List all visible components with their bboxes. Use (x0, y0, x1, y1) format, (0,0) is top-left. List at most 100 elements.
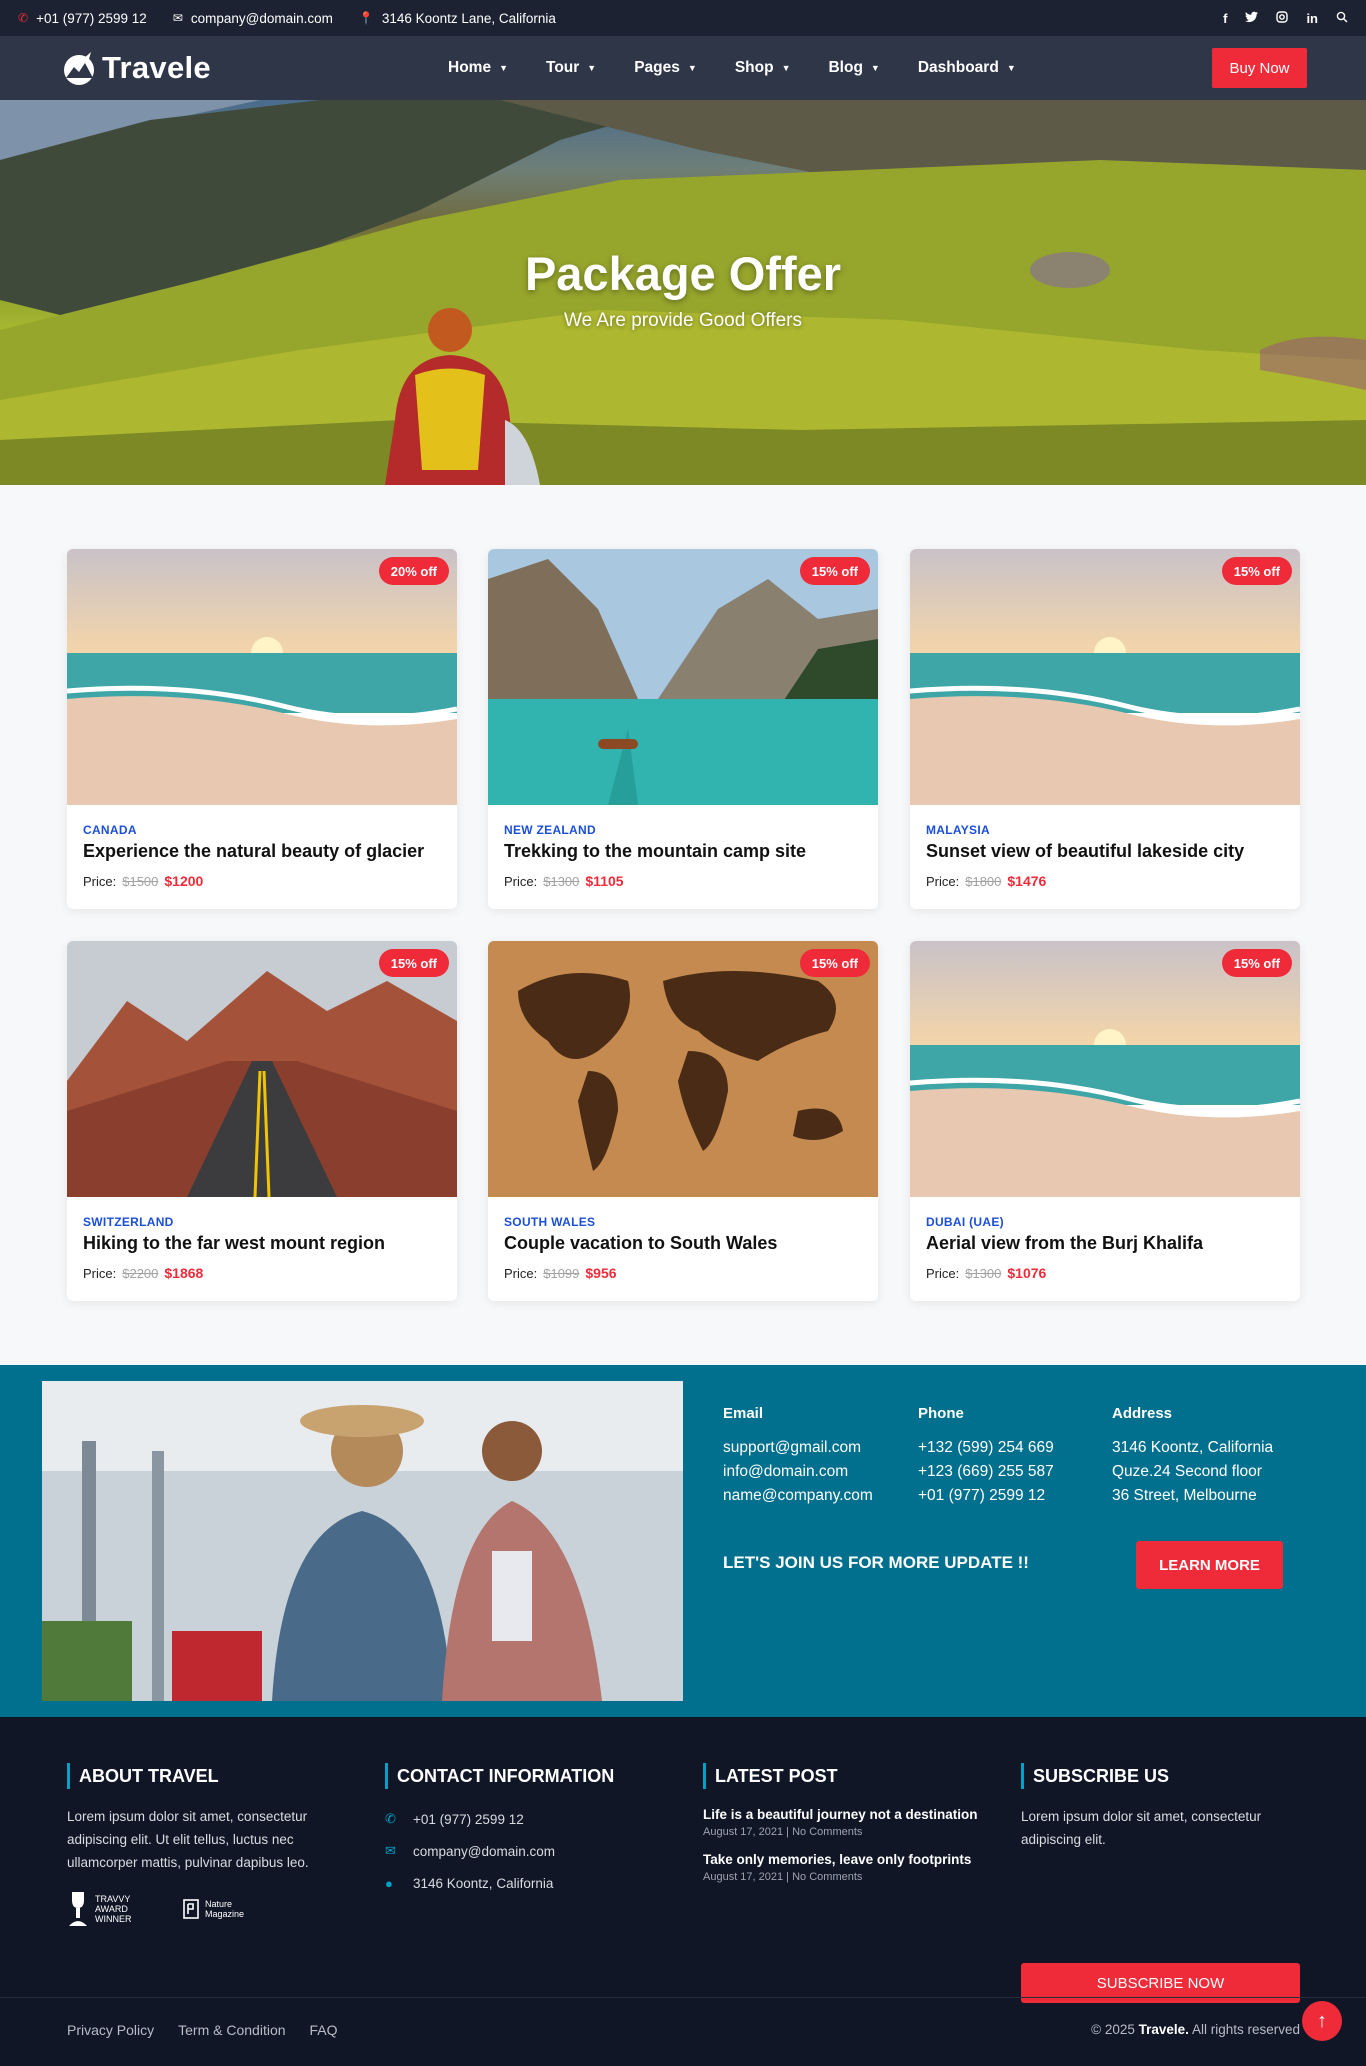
package-country[interactable]: CANADA (83, 823, 137, 837)
topbar-phone[interactable]: ✆ +01 (977) 2599 12 (18, 11, 147, 26)
nav-item-pages[interactable]: Pages ▼ (634, 59, 697, 77)
topbar-address: 📍 3146 Koontz Lane, California (359, 11, 556, 26)
phone-line[interactable]: +123 (669) 255 587 (918, 1460, 1054, 1484)
hero-title: Package Offer (524, 247, 842, 300)
main-navigation: Travele Home ▼ Tour ▼ Pages ▼ Shop ▼ Blog ▼ D… (0, 36, 1366, 100)
package-image (488, 941, 878, 1197)
topbar-phone-text: +01 (977) 2599 12 (36, 10, 147, 26)
package-title[interactable]: Sunset view of beautiful lakeside city (926, 841, 1244, 862)
nav-item-label: Dashboard (917, 59, 999, 76)
nav-item-label: Tour (546, 59, 580, 76)
package-image (67, 549, 457, 805)
phone-line[interactable]: +01 (977) 2599 12 (918, 1484, 1054, 1508)
footer-address-text: 3146 Koontz, California (413, 1875, 554, 1891)
price-label: Price: (83, 1265, 117, 1281)
privacy-policy-link[interactable]: Privacy Policy (67, 2022, 154, 2038)
envelope-icon: ✉ (385, 1843, 396, 1858)
twitter-icon[interactable] (1245, 11, 1259, 26)
copyright-brand[interactable]: Travele. (1139, 2022, 1189, 2037)
trophy-icon (69, 1892, 87, 1926)
social-links: f in (1223, 11, 1348, 26)
nav-item-blog[interactable]: Blog ▼ (828, 59, 879, 77)
phone-icon: ✆ (385, 1811, 396, 1826)
footer-about: ABOUT TRAVEL Lorem ipsum dolor sit amet,… (67, 1763, 337, 1928)
linkedin-icon[interactable]: in (1306, 11, 1318, 26)
award-logos: TRAVVY AWARD WINNER Nature Magazine (67, 1890, 337, 1928)
package-price: Price: $1500 $1200 (83, 873, 203, 889)
caret-down-icon: ▼ (587, 63, 597, 73)
old-price: $2200 (122, 1265, 159, 1281)
email-line[interactable]: support@gmail.com (723, 1436, 873, 1460)
package-title[interactable]: Hiking to the far west mount region (83, 1233, 385, 1254)
phone-icon: ✆ (18, 11, 29, 25)
terms-link[interactable]: Term & Condition (178, 2022, 285, 2038)
package-image (488, 549, 878, 805)
footer-email[interactable]: ✉ company@domain.com (385, 1835, 655, 1867)
post-comments[interactable]: No Comments (792, 1871, 862, 1883)
package-title[interactable]: Couple vacation to South Wales (504, 1233, 777, 1254)
old-price: $1800 (965, 873, 1002, 889)
topbar-address-text: 3146 Koontz Lane, California (381, 10, 556, 26)
email-line[interactable]: name@company.com (723, 1484, 873, 1508)
discount-badge: 15% off (799, 949, 870, 977)
copyright: © 2025 Travele. All rights reserved (1091, 2022, 1300, 2037)
topbar-email[interactable]: ✉ company@domain.com (173, 11, 333, 26)
learn-more-button[interactable]: LEARN MORE (1136, 1541, 1283, 1589)
nav-item-home[interactable]: Home ▼ (448, 59, 508, 77)
buy-now-button[interactable]: Buy Now (1212, 48, 1307, 88)
email-heading: Email (723, 1405, 764, 1422)
package-title[interactable]: Trekking to the mountain camp site (504, 841, 806, 862)
search-icon[interactable] (1336, 11, 1348, 26)
facebook-icon[interactable]: f (1223, 11, 1227, 26)
phone-line[interactable]: +132 (599) 254 669 (918, 1436, 1054, 1460)
envelope-icon: ✉ (172, 11, 183, 25)
package-card[interactable]: 20% off CANADA Experience the natural be… (67, 549, 457, 909)
discount-badge: 15% off (1221, 557, 1292, 585)
magazine-badge: Nature Magazine (183, 1899, 245, 1919)
faq-link[interactable]: FAQ (310, 2022, 338, 2038)
post-title[interactable]: Take only memories, leave only footprint… (703, 1852, 993, 1867)
latest-post-item[interactable]: Life is a beautiful journey not a destin… (703, 1807, 993, 1838)
package-country[interactable]: DUBAI (UAE) (926, 1215, 1004, 1229)
package-title[interactable]: Aerial view from the Burj Khalifa (926, 1233, 1203, 1254)
old-price: $1099 (543, 1265, 580, 1281)
address-line: Quze.24 Second floor (1112, 1463, 1262, 1480)
hero-banner: Package Offer We Are provide Good Offers (0, 100, 1366, 485)
package-card[interactable]: 15% off SOUTH WALES Couple vacation to S… (488, 941, 878, 1301)
email-line[interactable]: info@domain.com (723, 1460, 873, 1484)
package-country[interactable]: NEW ZEALAND (504, 823, 596, 837)
package-card[interactable]: 15% off NEW ZEALAND Trekking to the moun… (488, 549, 878, 909)
latest-post-item[interactable]: Take only memories, leave only footprint… (703, 1852, 993, 1883)
contact-heading: CONTACT INFORMATION (385, 1763, 655, 1789)
package-card[interactable]: 15% off MALAYSIA Sunset view of beautifu… (910, 549, 1300, 909)
package-card[interactable]: 15% off SWITZERLAND Hiking to the far we… (67, 941, 457, 1301)
post-date: August 17, 2021 (703, 1871, 784, 1883)
caret-down-icon: ▼ (870, 63, 880, 73)
package-country[interactable]: MALAYSIA (926, 823, 990, 837)
discount-badge: 15% off (799, 557, 870, 585)
new-price: $1076 (1007, 1265, 1047, 1281)
caret-down-icon: ▼ (1006, 63, 1016, 73)
nav-item-dashboard[interactable]: Dashboard ▼ (918, 59, 1016, 77)
book-icon (183, 1899, 199, 1919)
post-comments[interactable]: No Comments (792, 1826, 862, 1838)
package-country[interactable]: SWITZERLAND (83, 1215, 174, 1229)
back-to-top-button[interactable]: ↑ (1302, 2001, 1342, 2041)
instagram-icon[interactable] (1276, 10, 1289, 26)
post-date: August 17, 2021 (703, 1826, 784, 1838)
price-label: Price: (83, 873, 117, 889)
package-card[interactable]: 15% off DUBAI (UAE) Aerial view from the… (910, 941, 1300, 1301)
package-image (910, 941, 1300, 1197)
travelers-photo (42, 1381, 683, 1701)
new-price: $1868 (164, 1265, 204, 1281)
footer-phone[interactable]: ✆ +01 (977) 2599 12 (385, 1803, 655, 1835)
post-title[interactable]: Life is a beautiful journey not a destin… (703, 1807, 993, 1822)
nav-item-shop[interactable]: Shop ▼ (735, 59, 791, 77)
post-meta: August 17, 2021 | No Comments (703, 1826, 863, 1838)
site-logo[interactable]: Travele (60, 50, 211, 86)
join-us-text: LET'S JOIN US FOR MORE UPDATE !! (723, 1553, 1029, 1572)
package-country[interactable]: SOUTH WALES (504, 1215, 595, 1229)
nav-item-tour[interactable]: Tour ▼ (546, 59, 596, 77)
package-title[interactable]: Experience the natural beauty of glacier (83, 841, 424, 862)
address-line: 3146 Koontz, California (1112, 1439, 1274, 1456)
